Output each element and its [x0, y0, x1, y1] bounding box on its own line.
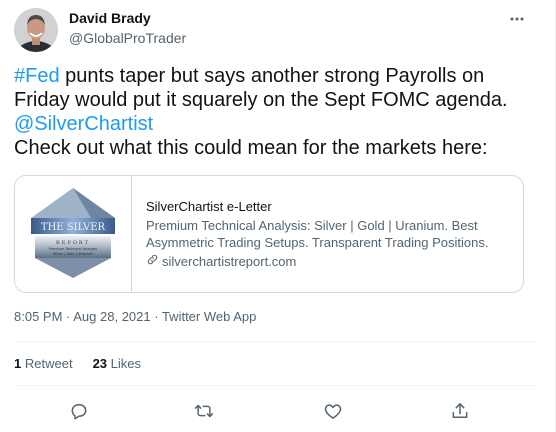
silver-report-logo: THE SILVER REPORT Premium Technical Anal…	[31, 188, 115, 278]
tweet-time[interactable]: 8:05 PM	[14, 309, 62, 324]
card-body: SilverChartist e-Letter Premium Technica…	[132, 176, 506, 292]
link-icon	[146, 253, 159, 270]
card-description: Premium Technical Analysis: Silver | Gol…	[146, 218, 489, 250]
card-url: silverchartistreport.com	[146, 253, 506, 270]
meta-separator-2: ·	[150, 309, 162, 324]
tweet-line-1: punts taper but says another strong Payr…	[59, 65, 485, 87]
hashtag-link[interactable]: #Fed	[14, 65, 60, 87]
card-site-name: SilverChartist e-Letter	[146, 199, 272, 214]
share-icon[interactable]	[447, 398, 473, 424]
logo-metals: Silver | Gold | Uranium	[53, 252, 93, 256]
tweet-stats: 1 Retweet 23 Likes	[14, 356, 141, 371]
retweets-stat[interactable]: 1 Retweet	[14, 356, 73, 371]
tweet-text: #Fed punts taper but says another strong…	[14, 64, 534, 160]
tweet-source[interactable]: Twitter Web App	[162, 309, 256, 324]
heart-icon[interactable]	[320, 398, 346, 424]
divider-top	[14, 341, 536, 342]
author-handle[interactable]: @GlobalProTrader	[69, 30, 186, 46]
logo-tagline: Premium Technical Analysis	[49, 247, 97, 251]
author-name[interactable]: David Brady	[69, 10, 151, 26]
card-url-text: silverchartistreport.com	[162, 254, 297, 269]
mention-link[interactable]: @SilverChartist	[14, 113, 153, 135]
likes-stat[interactable]: 23 Likes	[93, 356, 141, 371]
more-icon[interactable]	[506, 8, 528, 30]
tweet: David Brady @GlobalProTrader #Fed punts …	[0, 0, 556, 432]
divider-bottom	[14, 385, 536, 386]
tweet-date[interactable]: Aug 28, 2021	[73, 309, 150, 324]
card-thumbnail: THE SILVER REPORT Premium Technical Anal…	[15, 176, 132, 292]
tweet-line-4: Check out what this could mean for the m…	[14, 137, 488, 159]
tweet-meta: 8:05 PM · Aug 28, 2021 · Twitter Web App	[14, 309, 256, 324]
retweet-icon[interactable]	[191, 398, 217, 424]
likes-count: 23	[92, 356, 108, 371]
link-card[interactable]: THE SILVER REPORT Premium Technical Anal…	[14, 175, 524, 293]
logo-subtitle: REPORT	[56, 240, 90, 246]
avatar-photo	[14, 8, 58, 52]
logo-title: THE SILVER	[41, 222, 106, 233]
retweets-count: 1	[14, 356, 22, 371]
likes-label: Likes	[110, 356, 142, 371]
meta-separator: ·	[62, 309, 74, 324]
reply-icon[interactable]	[66, 398, 92, 424]
retweets-label: Retweet	[24, 356, 73, 371]
tweet-line-2: Friday would put it squarely on the Sept…	[14, 89, 508, 111]
avatar[interactable]	[14, 8, 58, 52]
